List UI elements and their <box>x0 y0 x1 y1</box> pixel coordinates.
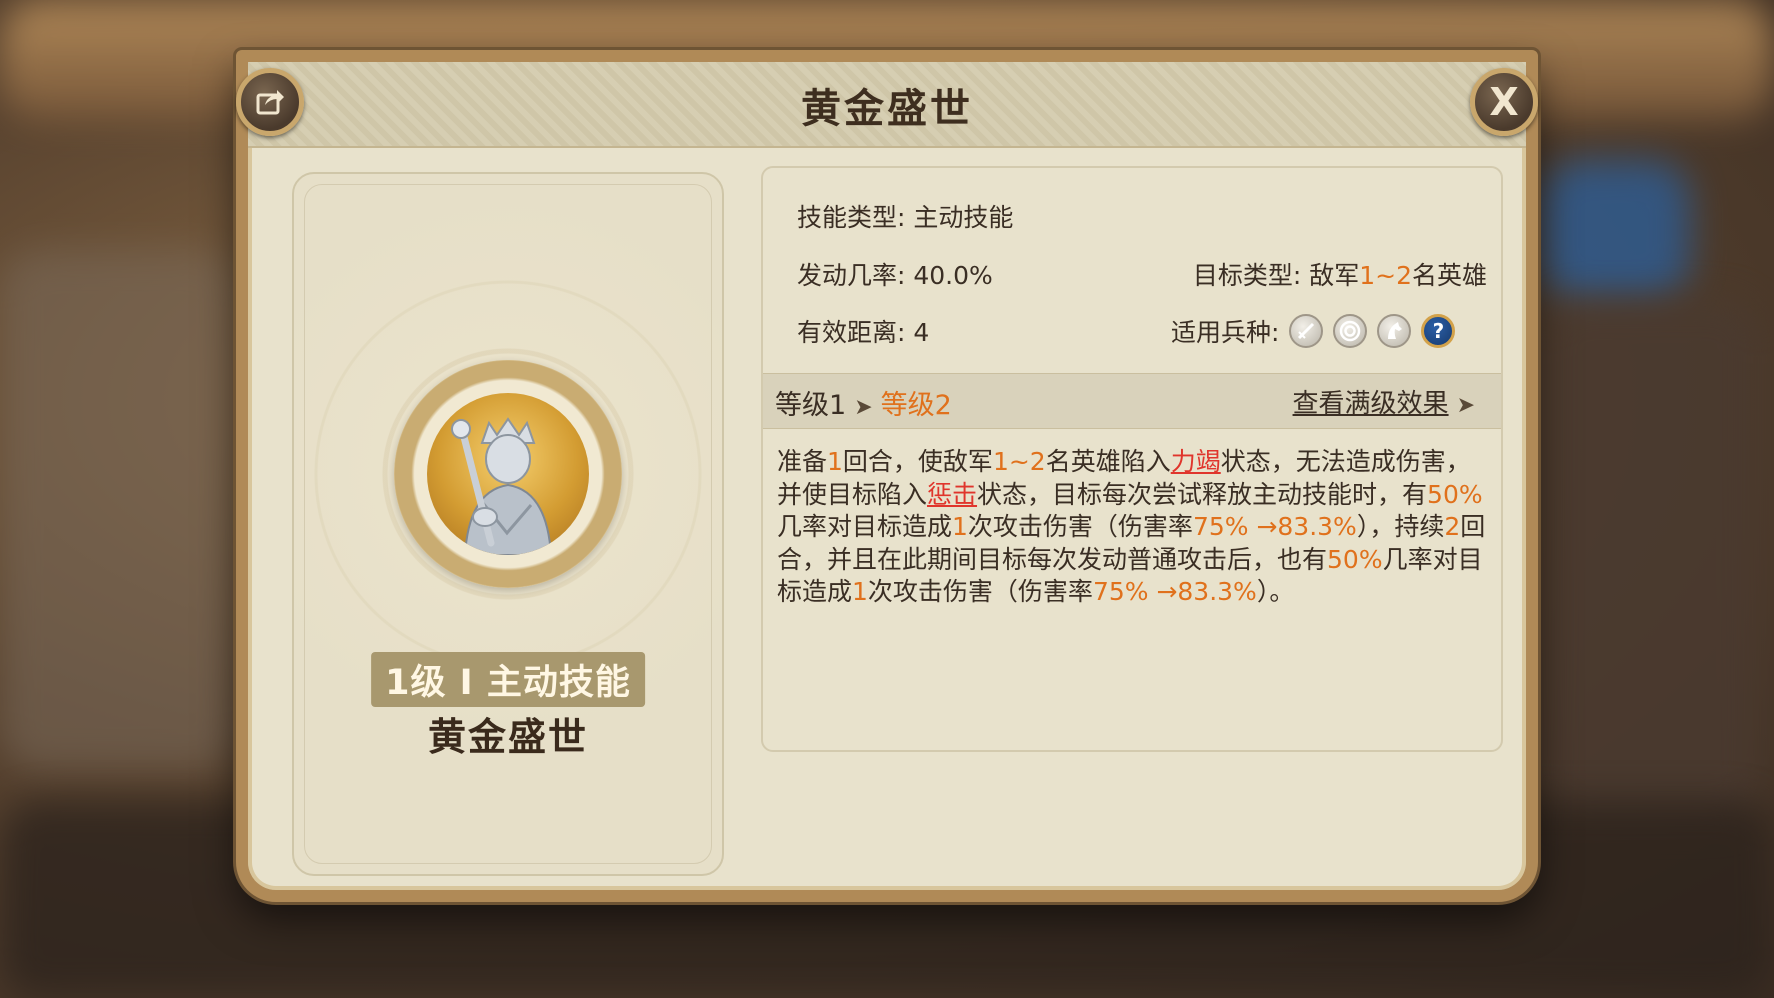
share-button[interactable] <box>236 68 304 136</box>
description-text: 回合，使敌军 <box>842 447 993 476</box>
description-text: 次攻击伤害（伤害率 <box>967 512 1193 541</box>
applicable-units-label: 适用兵种: <box>1171 318 1280 347</box>
king-with-scepter-portrait-icon <box>451 417 553 555</box>
target-icon[interactable] <box>1333 314 1368 348</box>
skill-medal <box>394 360 622 588</box>
highlight-number: 1 <box>852 577 868 606</box>
target-suffix: 名英雄 <box>1411 261 1487 290</box>
skill-type: 技能类型: 主动技能 <box>797 203 1014 232</box>
status-keyword[interactable]: 惩击 <box>927 480 977 509</box>
highlight-number: 50% <box>1427 479 1483 509</box>
highlight-number: 1~2 <box>992 447 1046 476</box>
description-text: 名英雄陷入 <box>1045 447 1171 476</box>
applicable-units: 适用兵种: ? <box>1171 313 1456 349</box>
description-text: ），持续 <box>1356 512 1445 541</box>
skill-level-badge: 1级 I 主动技能 <box>371 652 645 707</box>
next-level: 等级2 <box>880 390 952 421</box>
cavalry-horse-icon[interactable] <box>1377 314 1412 348</box>
highlight-number: 1 <box>827 447 843 476</box>
level-bar: 等级1 ➤ 等级2 查看满级效果 ➤ <box>763 373 1501 429</box>
skill-name: 黄金盛世 <box>427 715 588 759</box>
title-bar: 黄金盛世 <box>248 62 1526 148</box>
view-max-level-label: 查看满级效果 <box>1292 389 1449 419</box>
close-button[interactable]: X <box>1470 68 1538 136</box>
highlight-number: 2 <box>1444 512 1461 541</box>
target-glyph <box>1340 320 1361 342</box>
skill-card: 1级 I 主动技能 黄金盛世 <box>292 172 724 876</box>
horse-glyph <box>1388 322 1403 339</box>
close-icon: X <box>1489 80 1519 124</box>
view-max-level-link[interactable]: 查看满级效果 ➤ <box>1293 383 1483 420</box>
sword-icon[interactable] <box>1289 314 1324 348</box>
description-text: 次攻击伤害（伤害率 <box>867 577 1093 606</box>
background-right-menu-blur <box>1540 300 1760 820</box>
highlight-number: 50% <box>1327 544 1383 574</box>
skill-detail-dialog: 黄金盛世 X 1级 I 主动技能 黄金盛世 技能类型: 主动技能 发动几率: 4… <box>236 50 1538 902</box>
skill-description: 准备1回合，使敌军1~2名英雄陷入力竭状态，无法造成伤害，并使目标陷入惩击状态，… <box>777 446 1487 609</box>
share-icon <box>256 90 284 115</box>
skill-portrait-frame <box>427 393 589 555</box>
background-left-blur <box>0 250 240 770</box>
chevron-right-icon: ➤ <box>1456 393 1475 418</box>
target-range: 1~2 <box>1359 261 1412 290</box>
effective-range: 有效距离: 4 <box>797 318 930 347</box>
background-blue-button-blur <box>1540 160 1690 300</box>
sword-glyph <box>1298 322 1315 340</box>
skill-info-panel: 技能类型: 主动技能 发动几率: 40.0% 目标类型: 敌军1~2名英雄 有效… <box>761 166 1503 752</box>
target-type: 目标类型: 敌军1~2名英雄 <box>1193 256 1487 292</box>
description-text: 状态，目标每次尝试释放主动技能时，有 <box>977 479 1428 509</box>
dialog-title: 黄金盛世 <box>801 86 973 132</box>
description-text: 几率对目标造成 <box>777 512 953 541</box>
trigger-rate: 发动几率: 40.0% <box>797 261 993 290</box>
target-type-label: 目标类型: 敌军 <box>1192 261 1360 290</box>
description-text: ）。 <box>1256 577 1295 606</box>
highlight-number: 75% →83.3% <box>1192 512 1357 541</box>
level-arrow-icon: ➤ <box>854 395 873 420</box>
level-progression: 等级1 ➤ 等级2 <box>775 383 952 422</box>
question-icon[interactable]: ? <box>1421 314 1456 348</box>
current-level: 等级1 <box>775 390 847 421</box>
highlight-number: 75% →83.3% <box>1092 577 1257 606</box>
status-keyword[interactable]: 力竭 <box>1171 447 1221 476</box>
description-text: 准备 <box>777 447 828 476</box>
highlight-number: 1 <box>952 512 968 541</box>
